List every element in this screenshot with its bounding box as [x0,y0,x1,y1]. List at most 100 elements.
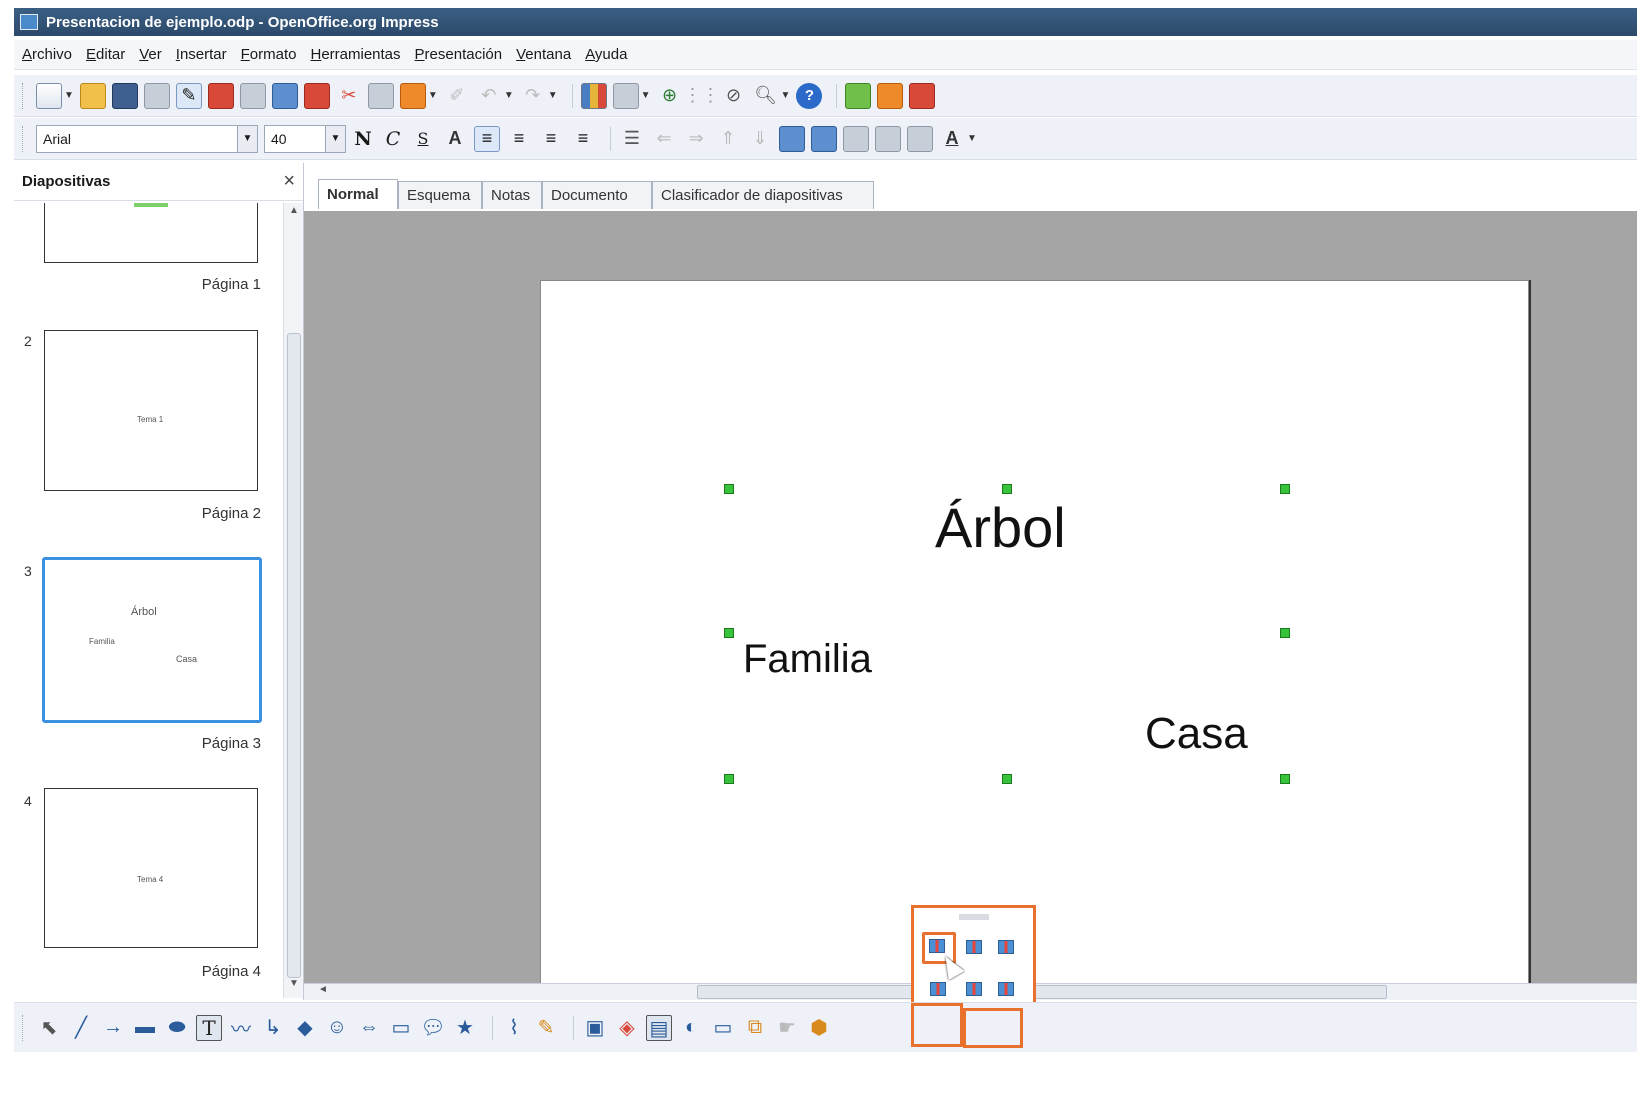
slide-thumbnail-3[interactable]: Árbol Familia Casa [42,557,262,723]
selection-handle[interactable] [1002,774,1012,784]
callouts-icon[interactable]: 💬︎ [420,1015,446,1041]
zoom-dropdown-arrow[interactable]: ▼ [781,90,791,101]
save-icon[interactable] [111,82,138,109]
toggle-extrusion-icon[interactable]: ⬢ [806,1015,832,1041]
slide-text-casa[interactable]: Casa [1145,709,1248,759]
new-dropdown-arrow[interactable]: ▼ [64,90,74,101]
slide-text-arbol[interactable]: Árbol [935,495,1066,560]
justify-icon[interactable]: ≡ [570,126,596,152]
clone-formatting-icon[interactable]: ✐ [444,83,470,109]
email-document-icon[interactable] [143,82,170,109]
autospellcheck-icon[interactable] [303,82,330,109]
menu-editar[interactable]: Editar [86,46,125,63]
basic-shapes-icon[interactable]: ◆ [292,1015,318,1041]
slide-thumbnail-1[interactable] [44,203,258,263]
redo-dropdown-arrow[interactable]: ▼ [548,90,558,101]
table-dropdown-arrow[interactable]: ▼ [641,90,651,101]
italic-button[interactable]: C [382,128,404,150]
glue-points-icon[interactable]: ✎ [533,1015,559,1041]
toolbar-grip[interactable] [22,82,26,109]
bold-button[interactable]: N [352,128,374,150]
menu-presentacion[interactable]: Presentación [415,46,503,63]
underline-button[interactable]: S [412,129,434,148]
bullets-icon[interactable]: ☰ [619,126,645,152]
font-name-combobox[interactable]: Arial ▼ [36,124,258,153]
menu-ayuda[interactable]: Ayuda [585,46,627,63]
selection-handle[interactable] [1002,484,1012,494]
toolbar-grip[interactable] [22,125,26,152]
slide-show-icon[interactable] [909,82,936,109]
paste-icon[interactable] [399,82,426,109]
grid-icon[interactable]: ⋮⋮ [684,83,720,109]
paragraph-icon[interactable] [875,125,901,152]
tab-normal[interactable]: Normal [318,179,398,209]
align-middle-button[interactable] [962,978,988,1002]
connector-icon[interactable]: ↳ [260,1015,286,1041]
new-document-icon[interactable] [36,82,62,109]
popup-grip[interactable] [959,914,989,920]
align-right-button[interactable] [994,936,1020,960]
cut-icon[interactable]: ✂ [336,83,362,109]
extrusion-icon[interactable]: ◐ [678,1015,704,1041]
text-tool-icon[interactable]: T [196,1014,222,1041]
hyperlink-icon[interactable]: ⊕ [657,83,683,109]
align-center-icon[interactable]: ≡ [506,126,532,152]
scroll-down-arrow[interactable]: ▼ [286,978,302,996]
menu-ver[interactable]: Ver [139,46,162,63]
align-right-icon[interactable]: ≡ [538,126,564,152]
toolbar-grip[interactable] [22,1014,26,1041]
tab-esquema[interactable]: Esquema [398,181,482,209]
tab-documento[interactable]: Documento [542,181,652,209]
print-icon[interactable] [239,82,266,109]
selection-handle[interactable] [1280,484,1290,494]
close-panel-icon[interactable]: × [283,170,295,193]
line-arrow-icon[interactable]: → [100,1015,126,1041]
menu-ventana[interactable]: Ventana [516,46,571,63]
menu-archivo[interactable]: Archivo [22,46,72,63]
align-top-button[interactable] [926,978,952,1002]
open-folder-icon[interactable] [79,82,106,109]
block-arrows-icon[interactable]: ⇔ [356,1015,382,1041]
scroll-up-arrow[interactable]: ▲ [286,205,302,223]
font-color-dropdown-arrow[interactable]: ▼ [967,133,977,144]
flowchart-icon[interactable]: ▭ [388,1015,414,1041]
redo-icon[interactable]: ↷ [520,83,546,109]
selection-handle[interactable] [1280,774,1290,784]
menu-herramientas[interactable]: Herramientas [310,46,400,63]
help-icon[interactable]: ? [796,82,823,109]
font-name-dropdown-arrow[interactable]: ▼ [237,125,257,152]
slide-design-icon[interactable] [877,82,904,109]
paste-dropdown-arrow[interactable]: ▼ [428,90,438,101]
tab-clasificador[interactable]: Clasificador de diapositivas [652,181,874,209]
copy-icon[interactable] [367,82,394,109]
stars-icon[interactable]: ★ [452,1015,478,1041]
menu-insertar[interactable]: Insertar [176,46,227,63]
scroll-left-arrow[interactable]: ◄ [318,984,328,995]
demote-icon[interactable]: ⇒ [683,126,709,152]
gallery-icon[interactable]: ▤ [646,1014,672,1041]
align-left-icon[interactable]: ≡ [474,125,500,152]
edit-file-icon[interactable]: ✎ [175,82,202,109]
slides-scrollbar[interactable]: ▲ ▼ [283,203,303,998]
slide-text-familia[interactable]: Familia [743,637,872,682]
slide-thumbnail-4[interactable]: Tema 4 [44,788,258,948]
select-pointer-icon[interactable]: ⬉ [36,1015,62,1041]
font-color-icon[interactable]: A [939,126,965,152]
chart-icon[interactable] [580,82,607,109]
decrease-font-icon[interactable] [811,125,837,152]
scrollbar-thumb[interactable] [697,985,1387,999]
fontwork-icon[interactable]: ▣ [582,1015,608,1041]
show-draw-functions-icon[interactable]: ⊘ [721,83,747,109]
scrollbar-thumb[interactable] [287,333,301,978]
bullets-numbering-icon[interactable] [907,125,933,152]
align-center-button[interactable] [962,936,988,960]
align-icon[interactable]: ▭ [710,1015,736,1041]
curve-icon[interactable]: 〰 [228,1015,254,1041]
menu-formato[interactable]: Formato [241,46,297,63]
rectangle-icon[interactable]: ▬ [132,1015,158,1041]
line-icon[interactable]: ╱ [68,1015,94,1041]
character-icon[interactable] [843,125,869,152]
undo-icon[interactable]: ↶ [476,83,502,109]
ellipse-icon[interactable]: ⬬ [164,1015,190,1041]
slide-layout-icon[interactable] [845,82,872,109]
